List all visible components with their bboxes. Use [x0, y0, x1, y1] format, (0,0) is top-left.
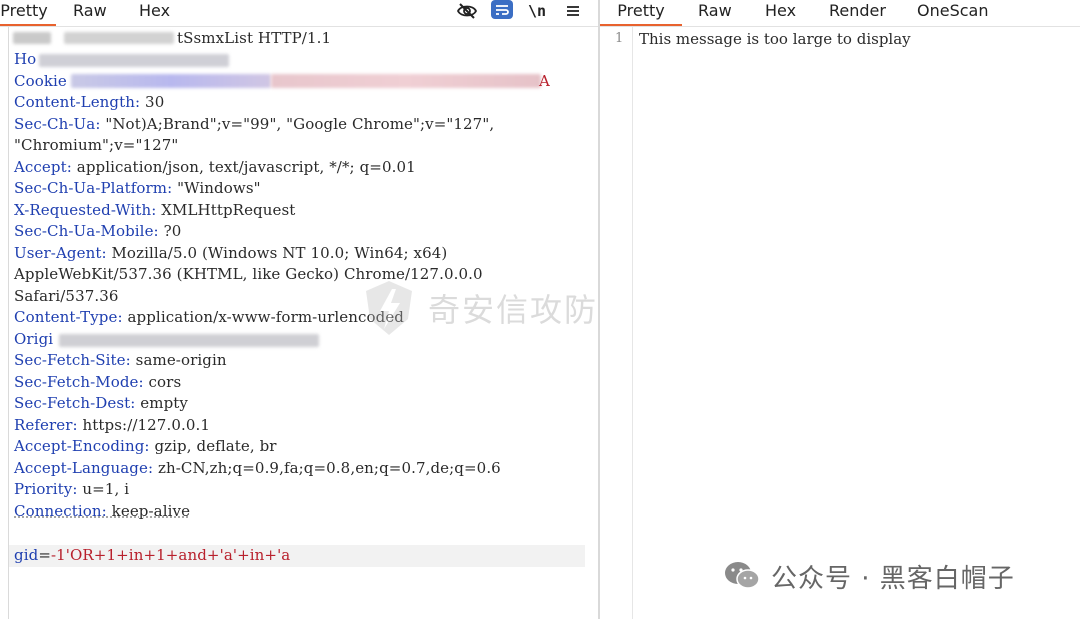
- header-name: Origi: [14, 330, 54, 348]
- header-line: Content-Length: 30: [14, 92, 164, 113]
- eye-slash-icon[interactable]: [456, 0, 478, 22]
- tab-raw[interactable]: Raw: [73, 0, 107, 24]
- redaction-blur: [71, 74, 271, 88]
- header-line: Sec-Fetch-Dest: empty: [14, 393, 188, 414]
- watermark-text: 公众号 · 黑客白帽子: [771, 563, 1015, 594]
- header-name: Priority:: [14, 480, 78, 498]
- tab-render[interactable]: Render: [829, 0, 886, 24]
- header-line: Content-Type: application/x-www-form-url…: [14, 307, 404, 328]
- header-name: Content-Type:: [14, 308, 123, 326]
- header-name: Sec-Fetch-Mode:: [14, 373, 144, 391]
- header-name: Sec-Ch-Ua-Platform:: [14, 179, 173, 197]
- header-name: X-Requested-With:: [14, 201, 157, 219]
- header-value: u=1, i: [77, 480, 130, 498]
- header-line: Accept-Language: zh-CN,zh;q=0.9,fa;q=0.8…: [14, 458, 501, 479]
- header-value: "Not)A;Brand";v="99", "Google Chrome";v=…: [100, 115, 495, 133]
- header-line: Sec-Fetch-Site: same-origin: [14, 350, 227, 371]
- header-line: Cookie: [14, 71, 67, 92]
- tab-hex[interactable]: Hex: [139, 0, 170, 24]
- header-line: Accept-Encoding: gzip, deflate, br: [14, 436, 277, 457]
- header-name: Accept-Encoding:: [14, 437, 150, 455]
- header-name: Cookie: [14, 72, 67, 90]
- response-message: This message is too large to display: [639, 30, 911, 48]
- shield-logo-icon: [366, 281, 412, 335]
- header-line: Connection: keep-alive: [14, 501, 190, 522]
- header-value: https://127.0.0.1: [77, 416, 210, 434]
- header-value: "Chromium";v="127": [14, 136, 179, 154]
- redaction-blur: [13, 32, 51, 44]
- header-line: Sec-Fetch-Mode: cors: [14, 372, 181, 393]
- response-pane: Pretty Raw Hex Render OneScan 1 This mes…: [600, 0, 1080, 619]
- header-name: Accept-Language:: [14, 459, 154, 477]
- header-value: Mozilla/5.0 (Windows NT 10.0; Win64; x64…: [106, 244, 448, 262]
- header-line: Sec-Ch-Ua: "Not)A;Brand";v="99", "Google…: [14, 114, 494, 135]
- cookie-tail: A: [539, 72, 550, 90]
- header-value: same-origin: [130, 351, 227, 369]
- header-name: Ho: [14, 50, 37, 68]
- param-value: -1'OR+1+in+1+and+'a'+in+'a: [50, 546, 291, 564]
- line-number: 1: [615, 31, 624, 46]
- request-tabbar: Pretty Raw Hex \n: [0, 0, 598, 27]
- redaction-blur: [271, 74, 541, 88]
- param-name: gid: [14, 546, 39, 564]
- header-name: Content-Length:: [14, 93, 141, 111]
- header-line: Sec-Ch-Ua-Platform: "Windows": [14, 178, 261, 199]
- header-value: gzip, deflate, br: [149, 437, 277, 455]
- newline-toggle-button[interactable]: \n: [526, 0, 548, 22]
- header-line: Priority: u=1, i: [14, 479, 129, 500]
- header-continuation: "Chromium";v="127": [14, 135, 178, 156]
- header-name: Sec-Fetch-Site:: [14, 351, 131, 369]
- tab-pretty[interactable]: Pretty: [600, 0, 682, 26]
- header-line: Referer: https://127.0.0.1: [14, 415, 210, 436]
- wrap-lines-icon[interactable]: [491, 0, 513, 19]
- header-value: "Windows": [172, 179, 261, 197]
- redaction-blur: [39, 54, 229, 67]
- tab-raw[interactable]: Raw: [698, 0, 732, 24]
- request-line: tSsmxList HTTP/1.1: [177, 29, 332, 47]
- header-line: Ho: [14, 49, 36, 70]
- line-number-gutter: 1: [601, 27, 633, 619]
- header-line: Accept: application/json, text/javascrip…: [14, 157, 416, 178]
- wechat-icon: [725, 562, 760, 589]
- body-param-line: gid=-1'OR+1+in+1+and+'a'+in+'a: [14, 545, 290, 566]
- request-pane: Pretty Raw Hex \n tSsmxList HTTP/1.1 Ho …: [0, 0, 664, 619]
- tab-hex[interactable]: Hex: [765, 0, 796, 24]
- header-value: application/json, text/javascript, */*; …: [71, 158, 416, 176]
- redaction-blur: [64, 32, 174, 44]
- header-line: Origi: [14, 329, 53, 350]
- hamburger-menu-icon[interactable]: [562, 0, 584, 22]
- header-value: zh-CN,zh;q=0.9,fa;q=0.8,en;q=0.7,de;q=0.…: [153, 459, 501, 477]
- header-line: User-Agent: Mozilla/5.0 (Windows NT 10.0…: [14, 243, 447, 264]
- tab-pretty[interactable]: Pretty: [0, 0, 56, 26]
- header-value: XMLHttpRequest: [156, 201, 296, 219]
- header-continuation: Safari/537.36: [14, 286, 119, 307]
- header-value: ?0: [158, 222, 182, 240]
- header-line: X-Requested-With: XMLHttpRequest: [14, 200, 295, 221]
- redaction-blur: [59, 334, 319, 347]
- header-name: Accept:: [14, 158, 72, 176]
- header-name: Sec-Ch-Ua:: [14, 115, 101, 133]
- header-name: Sec-Ch-Ua-Mobile:: [14, 222, 159, 240]
- header-value: keep-alive: [106, 502, 191, 520]
- header-value: cors: [143, 373, 182, 391]
- header-name: Connection:: [14, 502, 107, 520]
- header-value: Safari/537.36: [14, 287, 119, 305]
- header-name: User-Agent:: [14, 244, 107, 262]
- header-name: Referer:: [14, 416, 78, 434]
- tab-onescan[interactable]: OneScan: [917, 0, 988, 24]
- param-separator: =: [38, 546, 51, 564]
- watermark-wechat: 公众号 · 黑客白帽子: [723, 556, 1015, 596]
- header-value: 30: [140, 93, 165, 111]
- header-name: Sec-Fetch-Dest:: [14, 394, 136, 412]
- header-value: empty: [135, 394, 189, 412]
- response-tabbar: Pretty Raw Hex Render OneScan: [600, 0, 1080, 27]
- header-line: Sec-Ch-Ua-Mobile: ?0: [14, 221, 181, 242]
